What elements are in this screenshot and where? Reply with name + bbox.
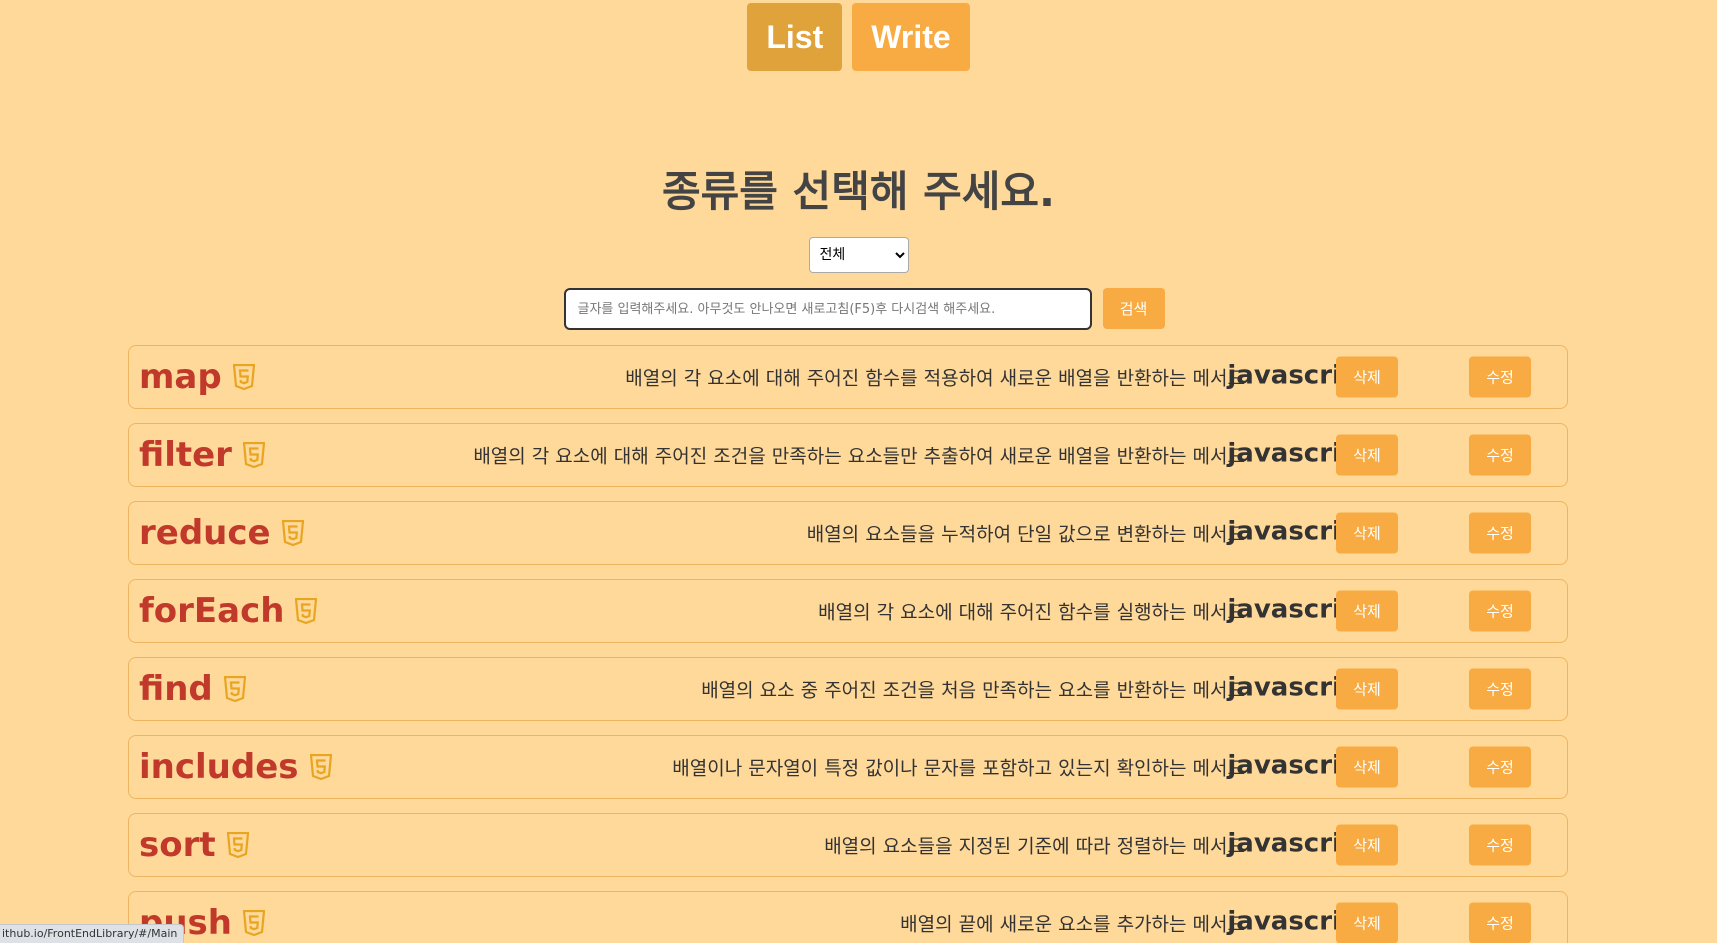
item-description: 배열의 요소들을 지정된 기준에 따라 정렬하는 메서드 [824,835,1245,858]
html5-icon [243,910,265,936]
html5-icon [281,520,304,546]
delete-button[interactable]: 삭제 [1336,902,1398,943]
item-description: 배열이나 문자열이 특정 값이나 문자를 포함하고 있는지 확인하는 메서드 [672,757,1245,780]
html5-icon [226,832,249,858]
nav-list-button[interactable]: List [747,3,843,71]
item-title[interactable]: map [139,357,222,397]
html5-icon [232,364,255,390]
list-item: push 배열의 끝에 새로운 요소를 추가하는 메서드 javascript 삭제 수… [128,891,1568,943]
edit-button[interactable]: 수정 [1469,746,1531,788]
item-title[interactable]: reduce [139,513,271,553]
item-description: 배열의 각 요소에 대해 주어진 조건을 만족하는 요소들만 추출하여 새로운 … [473,445,1245,468]
edit-button[interactable]: 수정 [1469,590,1531,632]
edit-button[interactable]: 수정 [1469,512,1531,554]
search-bar: 검색 [0,288,1717,330]
list-item: forEach 배열의 각 요소에 대해 주어진 함수를 실행하는 메서드 java… [128,579,1568,643]
category-filter: 전체 [0,237,1717,273]
method-list: map 배열의 각 요소에 대해 주어진 함수를 적용하여 새로운 배열을 반환하… [128,345,1568,943]
item-title-group: find [139,669,246,709]
status-bar-url: ithub.io/FrontEndLibrary/#/Main [0,924,185,943]
edit-button[interactable]: 수정 [1469,434,1531,476]
item-title-group: map [139,357,255,397]
edit-button[interactable]: 수정 [1469,824,1531,866]
html5-icon [309,754,332,780]
delete-button[interactable]: 삭제 [1336,746,1398,788]
item-title[interactable]: find [139,669,213,709]
item-description: 배열의 요소들을 누적하여 단일 값으로 변환하는 메서드 [806,523,1245,546]
item-description: 배열의 요소 중 주어진 조건을 처음 만족하는 요소를 반환하는 메서드 [701,679,1245,702]
category-select[interactable]: 전체 [808,237,909,273]
list-item: includes 배열이나 문자열이 특정 값이나 문자를 포함하고 있는지 확인… [128,735,1568,799]
top-nav: List Write [0,3,1717,71]
item-description: 배열의 끝에 새로운 요소를 추가하는 메서드 [900,913,1245,936]
item-description: 배열의 각 요소에 대해 주어진 함수를 실행하는 메서드 [818,601,1245,624]
list-item: map 배열의 각 요소에 대해 주어진 함수를 적용하여 새로운 배열을 반환하… [128,345,1568,409]
search-button[interactable]: 검색 [1102,288,1165,329]
item-title-group: reduce [139,513,304,553]
delete-button[interactable]: 삭제 [1336,668,1398,710]
list-item: sort 배열의 요소들을 지정된 기준에 따라 정렬하는 메서드 javascri… [128,813,1568,877]
edit-button[interactable]: 수정 [1469,356,1531,398]
item-title[interactable]: forEach [139,591,284,631]
nav-write-button[interactable]: Write [852,3,970,71]
item-title-group: includes [139,747,332,787]
edit-button[interactable]: 수정 [1469,902,1531,943]
html5-icon [223,676,246,702]
item-title-group: sort [139,825,249,865]
item-title-group: forEach [139,591,318,631]
delete-button[interactable]: 삭제 [1336,512,1398,554]
item-title[interactable]: filter [139,435,232,475]
html5-icon [295,598,318,624]
html5-icon [242,442,265,468]
item-description: 배열의 각 요소에 대해 주어진 함수를 적용하여 새로운 배열을 반환하는 메… [625,367,1245,390]
delete-button[interactable]: 삭제 [1336,356,1398,398]
page-title: 종류를 선택해 주세요. [662,167,1055,216]
delete-button[interactable]: 삭제 [1336,824,1398,866]
item-title[interactable]: includes [139,747,299,787]
delete-button[interactable]: 삭제 [1336,434,1398,476]
delete-button[interactable]: 삭제 [1336,590,1398,632]
item-title-group: filter [139,435,265,475]
search-input[interactable] [563,288,1092,330]
edit-button[interactable]: 수정 [1469,668,1531,710]
item-title[interactable]: sort [139,825,216,865]
list-item: filter 배열의 각 요소에 대해 주어진 조건을 만족하는 요소들만 추출하… [128,423,1568,487]
list-item: find 배열의 요소 중 주어진 조건을 처음 만족하는 요소를 반환하는 메서… [128,657,1568,721]
list-item: reduce 배열의 요소들을 누적하여 단일 값으로 변환하는 메서드 javas… [128,501,1568,565]
